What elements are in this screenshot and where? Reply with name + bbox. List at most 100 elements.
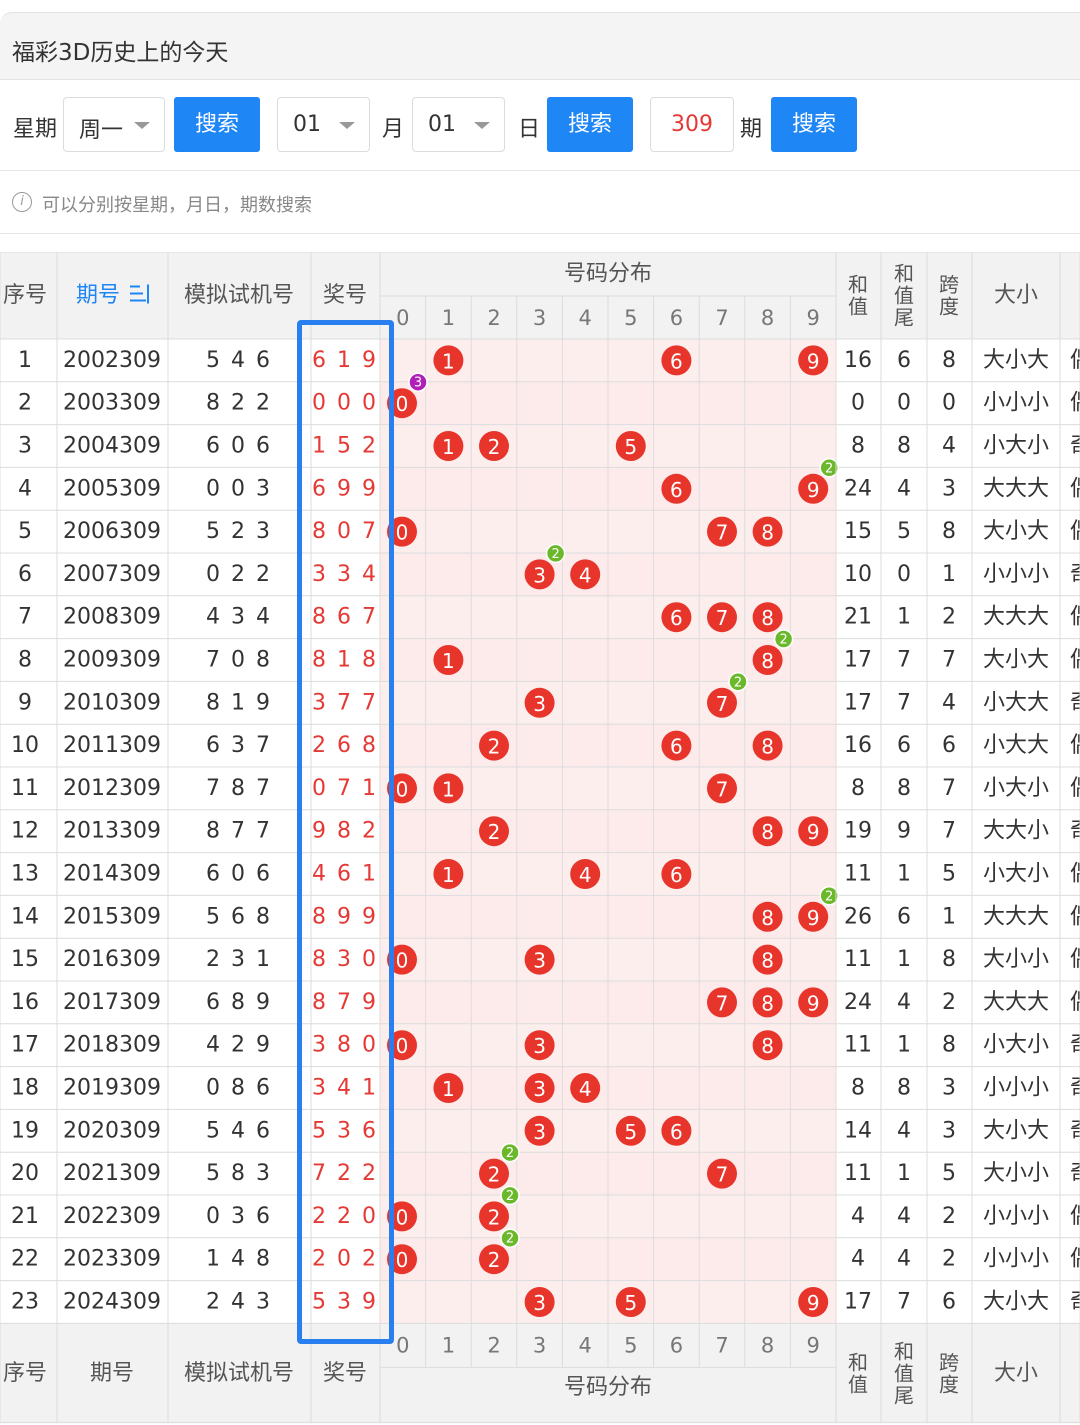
ball-0: 0: [387, 1030, 417, 1061]
row-sum-tail: 1: [897, 947, 911, 972]
month-select[interactable]: 01: [277, 97, 370, 152]
table-row[interactable]: 6 2007309 0 2 2 3 3 4 10 0 1 小小小奇 32 4: [18, 543, 1080, 590]
row-span: 5: [942, 1161, 956, 1186]
row-odd-even: 奇: [1070, 434, 1080, 459]
ball-7: 7: [707, 602, 737, 633]
header-size: 大小: [994, 283, 1038, 308]
row-sum-tail: 4: [897, 1118, 911, 1143]
ball-digit: 0: [396, 1248, 409, 1272]
ball-digit: 2: [488, 820, 501, 844]
row-issue: 2021309: [63, 1161, 161, 1186]
ball-digit: 8: [761, 735, 774, 759]
row-span: 7: [942, 776, 956, 801]
ball-4: 4: [570, 1073, 601, 1103]
row-size: 大大大: [983, 904, 1049, 929]
row-sum: 26: [844, 904, 872, 929]
footer-digit-0: 0: [396, 1333, 409, 1357]
row-span: 1: [942, 562, 956, 587]
row-issue: 2009309: [63, 648, 161, 673]
issue-search-button[interactable]: 搜索: [771, 97, 857, 152]
row-span: 3: [942, 1076, 956, 1101]
row-prize-number: 8 7 9: [312, 990, 378, 1015]
row-size: 小小小: [983, 1247, 1049, 1272]
header-sum-tail: 尾: [894, 306, 914, 330]
row-odd-even: 奇: [1070, 1118, 1080, 1143]
date-search-button[interactable]: 搜索: [547, 97, 633, 152]
header-digit-8: 8: [761, 306, 774, 330]
row-sim-number: 4 2 9: [206, 1033, 272, 1058]
footer-sum-tail: 和: [894, 1339, 914, 1363]
footer-prize: 奖号: [323, 1361, 367, 1386]
row-size: 大小大: [983, 648, 1049, 673]
footer-digit-6: 6: [670, 1333, 683, 1357]
row-sum: 16: [844, 348, 872, 373]
chevron-down-icon: [474, 122, 490, 129]
row-prize-number: 0 0 0: [312, 391, 378, 416]
month-value: 01: [293, 112, 321, 137]
row-sum-tail: 7: [897, 648, 911, 673]
row-prize-number: 3 7 7: [312, 690, 378, 715]
row-sum: 4: [851, 1204, 865, 1229]
row-index: 14: [11, 904, 39, 929]
ball-digit: 8: [761, 949, 774, 973]
ball-digit: 7: [716, 991, 729, 1015]
row-prize-number: 3 4 1: [312, 1076, 378, 1101]
footer-digit-5: 5: [624, 1333, 637, 1357]
footer-span: 度: [939, 1372, 959, 1396]
table-row[interactable]: 1520163092 3 18 3 01118大小小偶038: [11, 944, 1080, 975]
row-span: 6: [942, 1290, 956, 1315]
ball-1: 1: [433, 773, 464, 804]
row-sim-number: 6 8 9: [206, 990, 272, 1015]
table-row[interactable]: 18 2019309 0 8 6 3 4 1 8 8 3 小小小奇 1 3 4: [11, 1073, 1080, 1103]
row-sim-number: 8 1 9: [206, 690, 272, 715]
row-index: 21: [11, 1204, 39, 1229]
ball-digit: 8: [761, 1034, 774, 1058]
table-row[interactable]: 1720183094 2 93 8 01118小大小奇038: [11, 1030, 1080, 1061]
footer-digit-1: 1: [442, 1333, 455, 1357]
row-prize-number: 2 0 2: [312, 1247, 378, 1272]
row-sum-tail: 0: [897, 391, 911, 416]
header-span: 跨: [939, 273, 959, 297]
row-span: 3: [942, 476, 956, 501]
row-sum-tail: 6: [897, 348, 911, 373]
weekday-select[interactable]: 周一: [63, 97, 165, 152]
ball-6: 6: [661, 602, 692, 633]
ball-digit: 3: [533, 692, 546, 716]
weekday-value: 周一: [79, 118, 124, 143]
table-row[interactable]: 19 2020309 5 4 6 5 3 6 14 4 3 大小大奇 3 5 6: [11, 1115, 1080, 1146]
ball-3: 3: [524, 944, 555, 975]
issue-input[interactable]: 309: [650, 97, 734, 152]
ball-digit: 7: [716, 606, 729, 630]
row-prize-number: 2 6 8: [312, 733, 378, 758]
row-span: 2: [942, 1204, 956, 1229]
ball-digit: 0: [396, 777, 409, 801]
row-sum: 16: [844, 733, 872, 758]
ball-digit: 6: [670, 606, 683, 630]
row-sum: 15: [844, 519, 872, 544]
hint-text: 可以分别按星期，月日，期数搜索: [42, 195, 312, 216]
row-index: 16: [11, 990, 39, 1015]
ball-2: 2: [479, 730, 509, 761]
footer-digit-2: 2: [487, 1333, 500, 1357]
table-row[interactable]: 23 2024309 2 4 3 5 3 9 17 7 6 大小大奇 3 5 9: [11, 1287, 1080, 1317]
row-index: 3: [18, 434, 32, 459]
footer-digit-9: 9: [807, 1333, 820, 1357]
weekday-search-button[interactable]: 搜索: [174, 97, 260, 152]
row-sum: 10: [844, 562, 872, 587]
ball-digit: 8: [761, 820, 774, 844]
day-select[interactable]: 01: [412, 97, 505, 152]
row-span: 4: [942, 690, 956, 715]
footer-sum-tail: 尾: [894, 1383, 914, 1407]
row-issue: 2019309: [63, 1076, 161, 1101]
ball-digit: 2: [488, 735, 501, 759]
header-issue[interactable]: 期号: [76, 283, 120, 308]
month-label: 月: [382, 117, 405, 142]
row-sum-tail: 7: [897, 690, 911, 715]
ball-digit: 1: [442, 777, 455, 801]
ball-digit: 0: [396, 521, 409, 545]
ball-digit: 9: [807, 991, 820, 1015]
ball-8: 8: [752, 730, 783, 761]
row-sum: 11: [844, 862, 872, 887]
row-size: 小大大: [983, 690, 1049, 715]
row-issue: 2023309: [63, 1247, 161, 1272]
